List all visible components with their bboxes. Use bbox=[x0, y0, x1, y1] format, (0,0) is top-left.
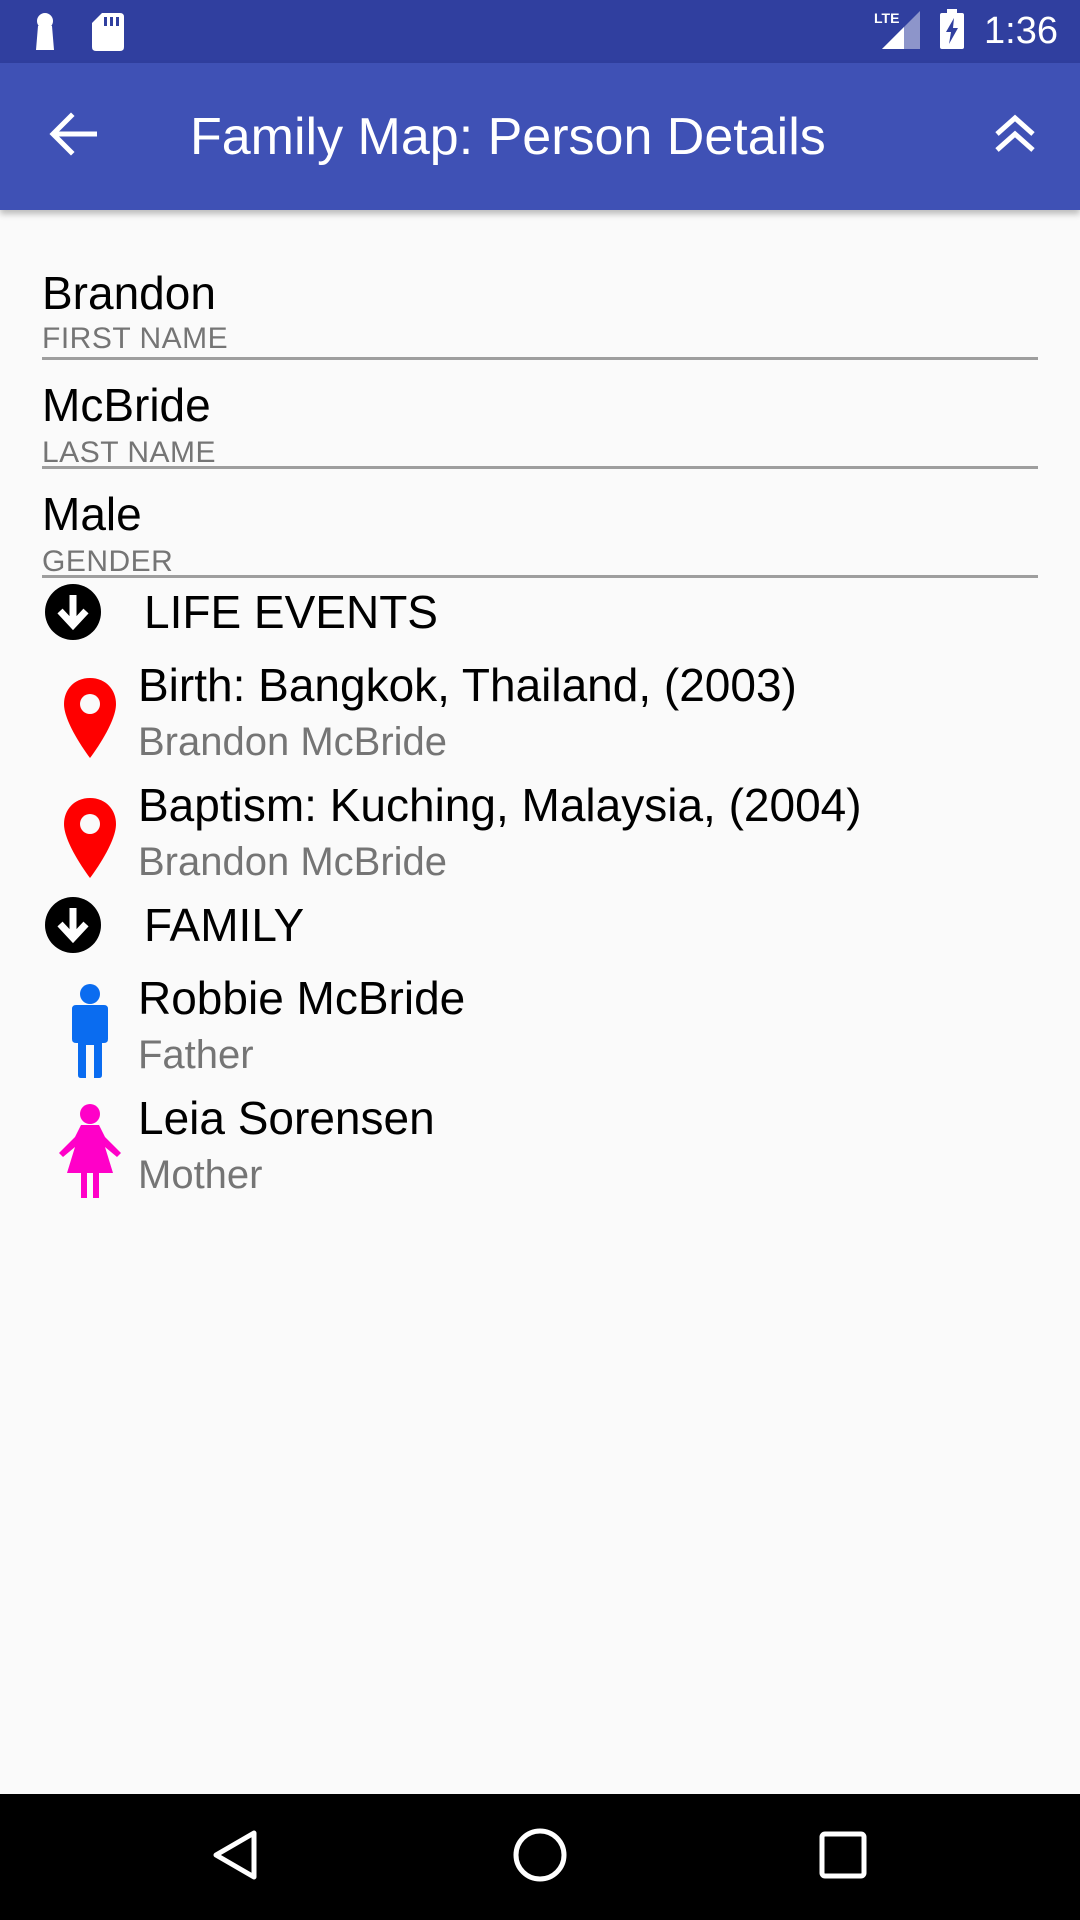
arrow-back-icon bbox=[49, 111, 98, 161]
status-bar-left-icons bbox=[32, 12, 124, 57]
home-circle-icon bbox=[512, 1827, 568, 1888]
last-name-value: McBride bbox=[42, 379, 211, 431]
life-events-header[interactable]: LIFE EVENTS bbox=[44, 583, 438, 641]
battery-charging-icon bbox=[940, 8, 965, 54]
status-bar-right-icons: LTE 1:36 bbox=[874, 8, 1058, 54]
gender-value: Male bbox=[42, 488, 142, 540]
back-triangle-icon bbox=[210, 1829, 260, 1886]
status-bar: LTE 1:36 bbox=[0, 0, 1080, 63]
family-member-relation: Mother bbox=[138, 1153, 263, 1197]
nav-home-button[interactable] bbox=[505, 1822, 575, 1892]
system-nav-bar bbox=[0, 1794, 1080, 1920]
map-marker-icon bbox=[52, 668, 128, 768]
first-name-value: Brandon bbox=[42, 267, 216, 319]
life-event-row[interactable]: Baptism: Kuching, Malaysia, (2004) Brand… bbox=[0, 778, 1080, 896]
back-button[interactable] bbox=[40, 103, 106, 169]
nav-back-button[interactable] bbox=[200, 1822, 270, 1892]
event-person: Brandon McBride bbox=[138, 840, 448, 884]
first-name-field: Brandon FIRST NAME bbox=[42, 254, 1038, 360]
family-header[interactable]: FAMILY bbox=[44, 896, 304, 954]
event-title: Birth: Bangkok, Thailand, (2003) bbox=[138, 659, 797, 711]
signal-icon: LTE bbox=[874, 9, 921, 54]
family-member-row[interactable]: Leia Sorensen Mother bbox=[0, 1091, 1080, 1209]
network-label: LTE bbox=[874, 10, 899, 26]
arrow-down-circle-icon bbox=[44, 896, 102, 954]
gender-field: Male GENDER bbox=[42, 469, 1038, 578]
life-events-title: LIFE EVENTS bbox=[144, 586, 438, 638]
family-member-row[interactable]: Robbie McBride Father bbox=[0, 971, 1080, 1089]
family-member-relation: Father bbox=[138, 1033, 254, 1077]
recents-square-icon bbox=[818, 1830, 868, 1885]
go-to-top-button[interactable] bbox=[980, 103, 1050, 169]
arrow-down-circle-icon bbox=[44, 583, 102, 641]
nav-recents-button[interactable] bbox=[808, 1822, 878, 1892]
sd-card-icon bbox=[92, 13, 124, 56]
female-icon bbox=[52, 1101, 128, 1201]
life-event-row[interactable]: Birth: Bangkok, Thailand, (2003) Brandon… bbox=[0, 658, 1080, 776]
family-member-name: Robbie McBride bbox=[138, 972, 466, 1024]
clock: 1:36 bbox=[984, 9, 1058, 52]
event-title: Baptism: Kuching, Malaysia, (2004) bbox=[138, 779, 862, 831]
gender-label: GENDER bbox=[42, 545, 174, 578]
page-title: Family Map: Person Details bbox=[190, 108, 826, 166]
event-person: Brandon McBride bbox=[138, 720, 448, 764]
last-name-label: LAST NAME bbox=[42, 436, 216, 469]
map-marker-icon bbox=[52, 788, 128, 888]
first-name-label: FIRST NAME bbox=[42, 322, 229, 355]
family-title: FAMILY bbox=[144, 899, 305, 951]
notification-icon bbox=[32, 12, 58, 57]
male-icon bbox=[52, 981, 128, 1081]
family-member-name: Leia Sorensen bbox=[138, 1092, 435, 1144]
app-bar: Family Map: Person Details bbox=[0, 63, 1080, 210]
double-chevron-up-icon bbox=[993, 114, 1037, 159]
last-name-field: McBride LAST NAME bbox=[42, 360, 1038, 469]
